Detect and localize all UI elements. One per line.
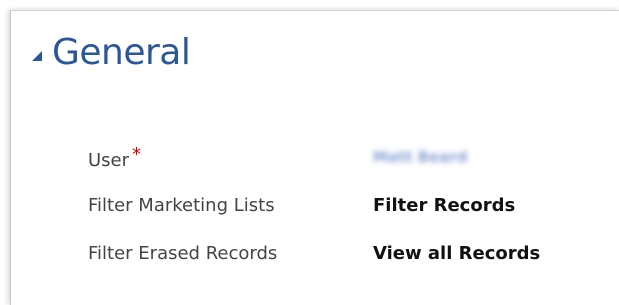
user-label-text: User — [88, 149, 130, 171]
form-section-panel: General User * Matt Beard Filter Marketin… — [10, 10, 619, 305]
field-row-filter-marketing-lists: Filter Marketing Lists Filter Records — [88, 191, 515, 219]
filter-erased-records-value[interactable]: View all Records — [373, 243, 540, 264]
section-title: General — [52, 32, 191, 73]
field-row-filter-erased-records: Filter Erased Records View all Records — [88, 239, 540, 267]
field-label-filter-marketing-lists: Filter Marketing Lists — [88, 194, 275, 216]
user-lookup-value[interactable]: Matt Beard — [373, 148, 467, 166]
field-row-user: User * Matt Beard — [88, 143, 467, 171]
collapse-triangle-icon[interactable] — [31, 49, 45, 63]
required-indicator: * — [132, 143, 142, 165]
field-label-filter-erased-records: Filter Erased Records — [88, 242, 278, 264]
filter-marketing-lists-value[interactable]: Filter Records — [373, 195, 515, 216]
section-header-general[interactable]: General — [31, 32, 191, 73]
field-label-user: User * — [88, 144, 373, 171]
